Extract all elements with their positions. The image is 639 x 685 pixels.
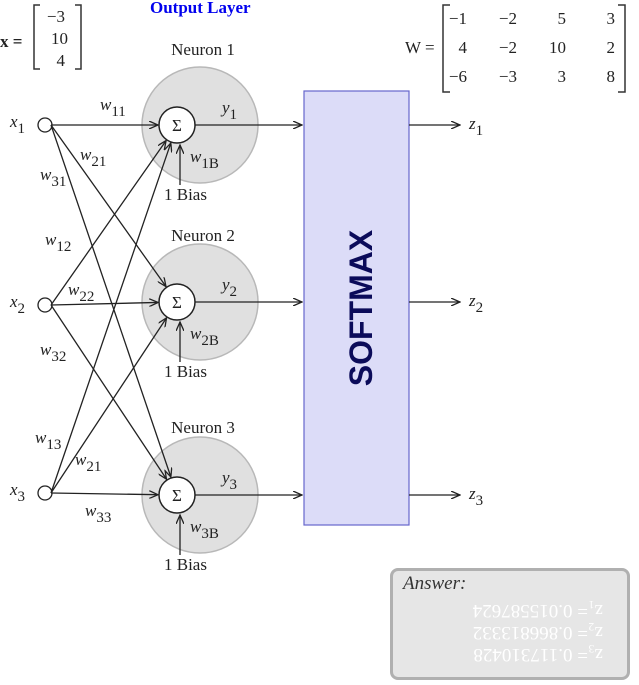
weight-label: w33 [85,501,111,526]
answer-title: Answer: [403,573,467,594]
weight-label: w22 [68,280,94,305]
answer-box: Answer: z₃= 0.117310428 z₂= 0.866813332 … [390,568,630,680]
w-matrix-cell: 10 [549,38,566,57]
bias-label: 1 Bias [164,185,207,204]
weight-label: w21 [75,450,101,475]
w-matrix-cell: −3 [499,67,517,86]
x-value: −3 [47,7,65,26]
answer-values: z₃= 0.117310428 z₂= 0.866813332 z₁= 0.01… [403,599,603,665]
w-matrix-cell: −6 [449,67,467,86]
input-label: x3 [9,480,25,505]
answer-line: z₁= 0.015587624 [472,600,603,621]
title: Output Layer [150,0,251,17]
weight-label: w32 [40,340,66,365]
x-value: 10 [51,29,68,48]
answer-line: z₂= 0.866813332 [472,622,603,643]
w-matrix-cell: 8 [607,67,616,86]
w-matrix-cell: 3 [558,67,567,86]
weight-label: w12 [45,230,71,255]
w-matrix-cell: −2 [499,38,517,57]
weight-label: w13 [35,428,61,453]
w-matrix-cell: 2 [607,38,616,57]
answer-line: z₃= 0.117310428 [473,644,603,665]
neural-network-diagram: Output Layer x = −3 10 4 W = −1 −2 5 3 4 −2 10… [0,0,639,685]
neuron-label: Neuron 2 [171,226,235,245]
w-matrix-label: W = [405,38,435,57]
neuron-label: Neuron 3 [171,418,235,437]
sigma-symbol: Σ [172,486,182,505]
bias-label: 1 Bias [164,555,207,574]
neuron-label: Neuron 1 [171,40,235,59]
softmax-label: SOFTMAX [343,229,379,386]
sigma-symbol: Σ [172,293,182,312]
output-label: z3 [468,484,483,509]
input-node-2 [37,297,53,313]
weight-label: w31 [40,165,66,190]
w-matrix-cell: −1 [449,9,467,28]
x-vector-label: x = [0,32,22,51]
sigma-symbol: Σ [172,116,182,135]
w-matrix-cells: −1 −2 5 3 4 −2 10 2 −6 −3 3 8 [449,9,615,86]
input-node-1 [37,117,53,133]
w-matrix-cell: 3 [607,9,616,28]
w-matrix-brackets [442,4,626,93]
bias-label: 1 Bias [164,362,207,381]
w-matrix-cell: 5 [558,9,567,28]
input-label: x2 [9,292,25,317]
output-label: z2 [468,291,483,316]
w-matrix-cell: −2 [499,9,517,28]
input-node-3 [37,485,53,501]
weight-label: w21 [80,145,106,170]
weight-label: w11 [100,95,126,120]
w-matrix-cell: 4 [459,38,468,57]
input-label: x1 [9,112,25,137]
x-value: 4 [57,51,66,70]
output-label: z1 [468,114,483,139]
